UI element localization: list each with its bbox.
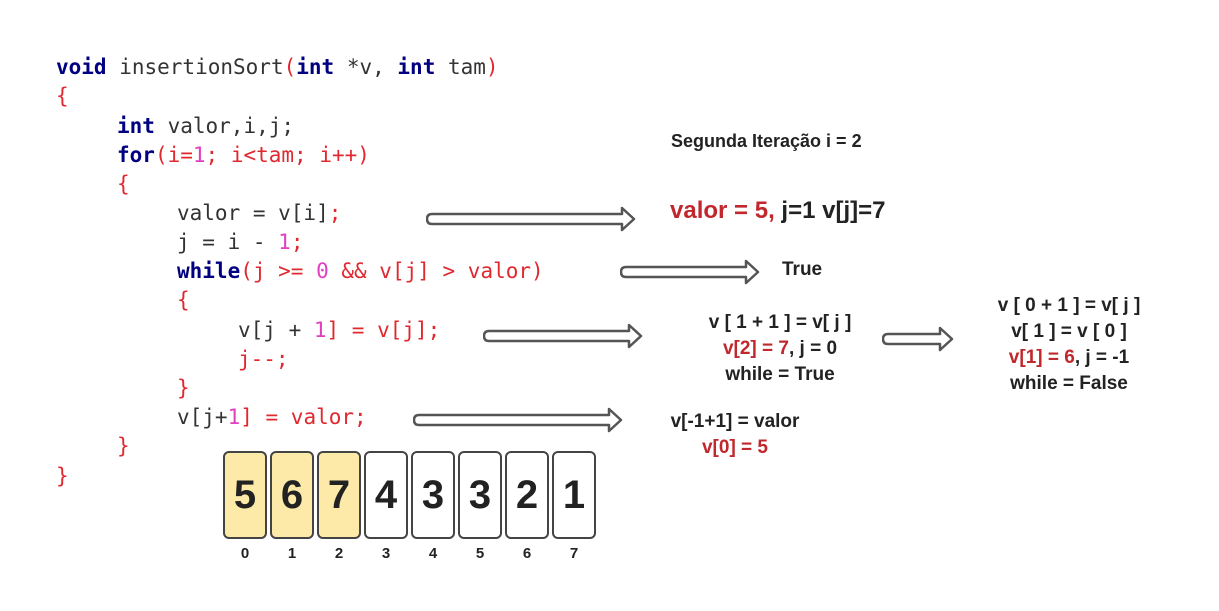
step1-annotation: v [ 1 + 1 ] = v[ j ] v[2] = 7, j = 0 whi… [660, 310, 900, 388]
array-index: 3 [381, 545, 391, 562]
step2-black-text: , j = -1 [1074, 347, 1130, 368]
keyword-void: void [56, 55, 107, 79]
insert-lhs: v[j+ [177, 405, 228, 429]
insert-rhs: ] = valor; [240, 405, 367, 429]
code-line-12: } [177, 376, 190, 400]
valor-red-text: valor = 5, [670, 197, 775, 224]
array-cell: 4 [364, 451, 408, 539]
shift-lhs: v[j + [238, 318, 314, 342]
shift-rhs: ] = v[j]; [326, 318, 441, 342]
function-name: insertionSort [106, 55, 284, 79]
array-index: 4 [428, 545, 438, 562]
step2-line3: v[1] = 6, j = -1 [958, 345, 1180, 371]
assign-j: j = i - [177, 230, 279, 254]
code-line-1: void insertionSort(int *v, int tam) [56, 53, 499, 82]
step2-line2: v[ 1 ] = v [ 0 ] [1011, 321, 1127, 342]
array-cell: 7 [317, 451, 361, 539]
code-line-13: v[j+1] = valor; [177, 403, 367, 432]
var-decl: valor,i,j; [154, 114, 295, 138]
number-literal: 0 [316, 259, 329, 283]
step1-line2: v[2] = 7, j = 0 [660, 336, 900, 362]
array-cell: 2 [505, 451, 549, 539]
array-cell: 5 [223, 451, 267, 539]
keyword-int: int [397, 55, 436, 79]
valor-black-text: j=1 v[j]=7 [774, 197, 886, 224]
valor-annotation: valor = 5, j=1 v[j]=7 [670, 197, 885, 225]
keyword-int: int [296, 55, 335, 79]
arrow-right-icon [413, 407, 623, 433]
step1-red-text: v[2] = 7 [722, 338, 789, 359]
iteration-title: Segunda Iteração i = 2 [671, 131, 862, 151]
number-literal: 1 [313, 318, 327, 342]
code-line-5: { [117, 172, 130, 196]
array-index: 7 [569, 545, 579, 562]
while-cond-b: && v[j] > valor) [328, 259, 544, 283]
array-cell: 3 [411, 451, 455, 539]
final-line2: v[0] = 5 [701, 437, 768, 458]
code-line-6: valor = v[i]; [177, 199, 341, 228]
array-index: 1 [287, 545, 297, 562]
code-line-8: while(j >= 0 && v[j] > valor) [177, 257, 544, 286]
array-index: 0 [240, 545, 250, 562]
while-result: True [782, 259, 823, 280]
array-index: 6 [522, 545, 532, 562]
paren-open: ( [283, 55, 297, 79]
step2-line1: v [ 0 + 1 ] = v[ j ] [997, 295, 1141, 316]
step2-red-text: v[1] = 6 [1008, 347, 1075, 368]
step2-line4: while = False [1010, 373, 1128, 394]
code-line-7: j = i - 1; [177, 228, 303, 257]
step2-annotation: v [ 0 + 1 ] = v[ j ] v[ 1 ] = v [ 0 ] v[… [958, 293, 1180, 397]
number-literal: 1 [278, 230, 291, 254]
step1-line1: v [ 1 + 1 ] = v[ j ] [708, 312, 852, 333]
arrow-right-icon [620, 259, 760, 285]
param-tam: tam [435, 55, 486, 79]
number-literal: 1 [192, 143, 206, 167]
code-line-10: v[j + 1] = v[j]; [238, 316, 440, 345]
keyword-int: int [117, 114, 155, 138]
final-line1: v[-1+1] = valor [670, 411, 800, 432]
final-annotation: v[-1+1] = valor v[0] = 5 [640, 409, 830, 461]
semicolon: ; [328, 201, 342, 225]
while-cond-a: (j >= [240, 259, 317, 283]
assign-valor: valor = v[i] [177, 201, 329, 225]
code-line-3: int valor,i,j; [117, 112, 294, 141]
array-cell: 1 [552, 451, 596, 539]
array-index: 5 [475, 545, 485, 562]
step1-black-text: , j = 0 [788, 338, 838, 359]
array-index: 2 [334, 545, 344, 562]
semicolon: ; [290, 230, 304, 254]
arrow-right-icon [426, 206, 636, 232]
code-line-9: { [177, 288, 190, 312]
step1-line3: while = True [725, 364, 835, 385]
code-line-11: j--; [238, 347, 289, 371]
for-rest: ; i<tam; i++) [205, 143, 370, 167]
keyword-for: for [117, 143, 155, 167]
code-line-14: } [117, 434, 130, 458]
code-block: void insertionSort(int *v, int tam) { in… [0, 0, 544, 488]
code-line-2: { [56, 84, 69, 108]
for-init: (i= [154, 143, 193, 167]
code-line-4: for(i=1; i<tam; i++) [117, 141, 370, 170]
param-v: *v, [334, 55, 398, 79]
array-cell: 3 [458, 451, 502, 539]
keyword-while: while [177, 259, 241, 283]
code-line-15: } [56, 464, 69, 488]
paren-close: ) [485, 55, 499, 79]
number-literal: 1 [227, 405, 241, 429]
array-cell: 6 [270, 451, 314, 539]
arrow-right-icon [483, 323, 643, 349]
